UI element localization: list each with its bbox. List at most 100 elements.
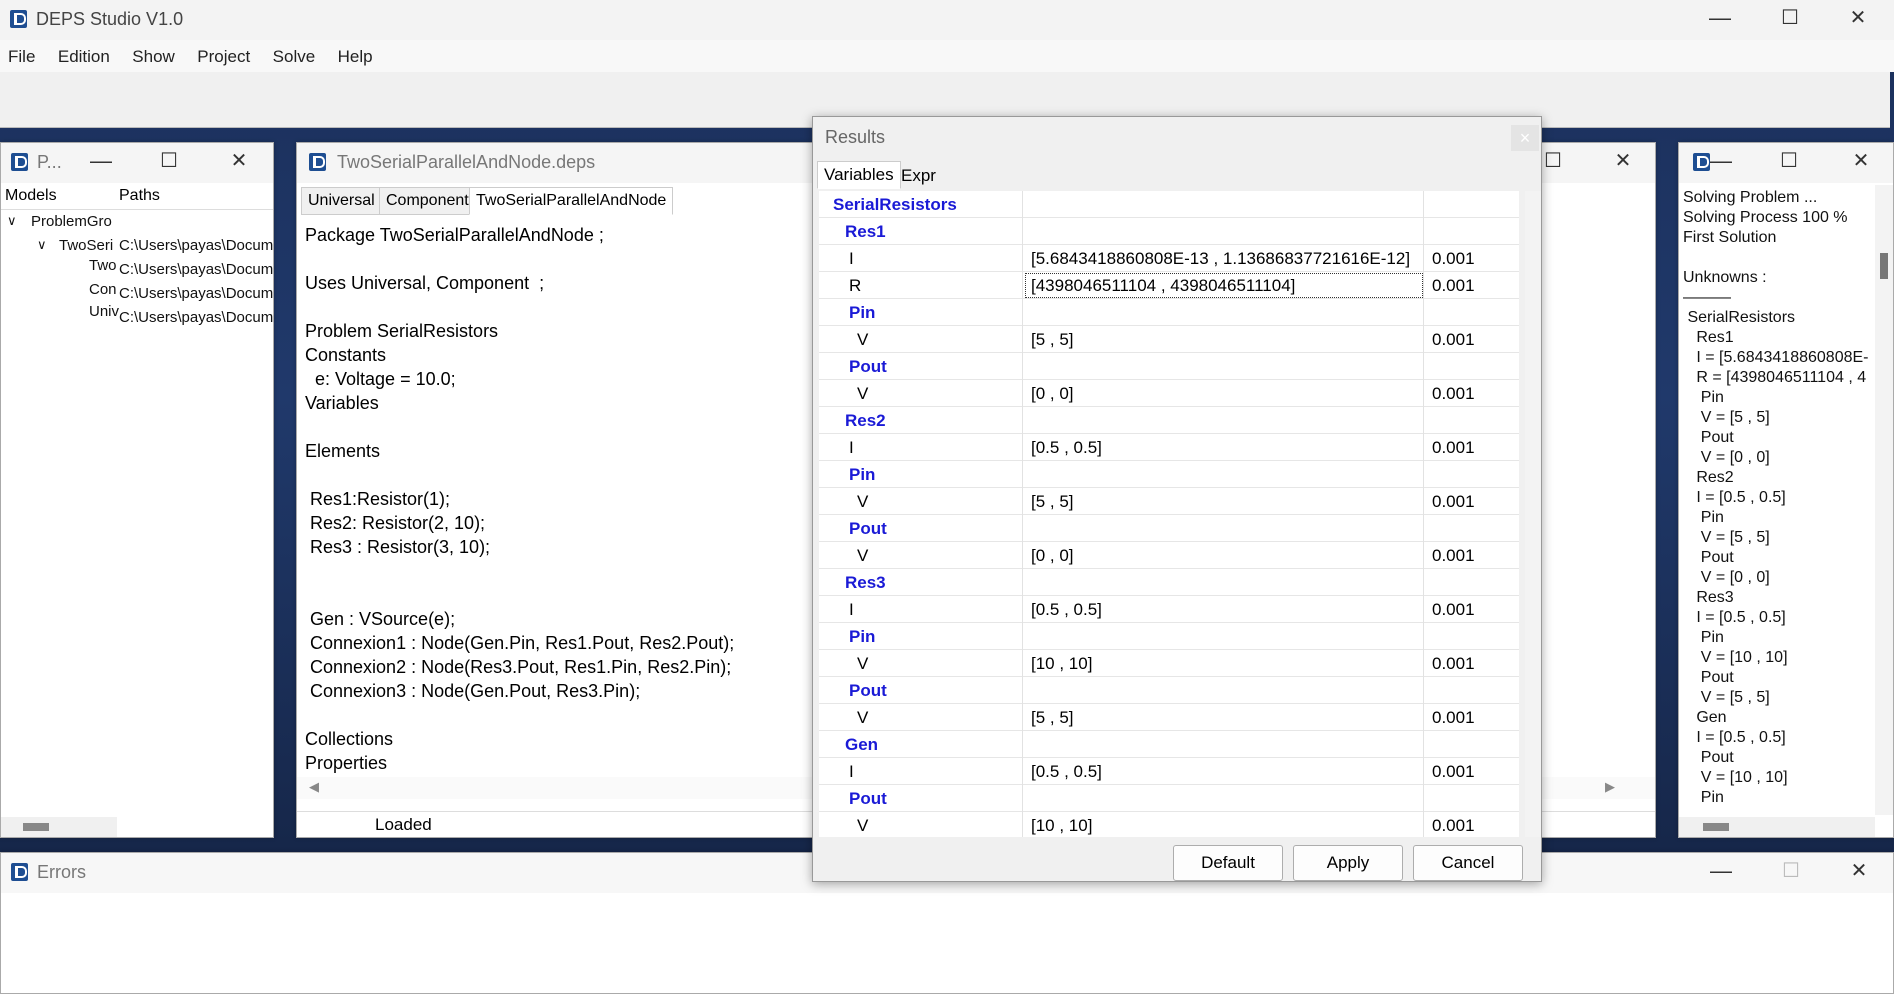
close-icon[interactable]: ✕ bbox=[1838, 8, 1878, 28]
tab-models[interactable]: Models bbox=[5, 187, 57, 205]
default-button[interactable]: Default bbox=[1173, 845, 1283, 881]
tree-item-univ[interactable]: Univ bbox=[89, 303, 119, 320]
close-icon[interactable]: ✕ bbox=[1603, 151, 1643, 171]
value-cell[interactable] bbox=[1024, 191, 1424, 218]
table-row[interactable]: V [5 , 5] 0.001 bbox=[819, 326, 1519, 353]
cancel-button[interactable]: Cancel bbox=[1413, 845, 1523, 881]
table-row[interactable]: Pout bbox=[819, 515, 1519, 542]
value-cell[interactable]: [10 , 10] bbox=[1024, 650, 1424, 677]
precision-cell[interactable] bbox=[1425, 785, 1519, 812]
minimize-icon[interactable]: — bbox=[1701, 860, 1741, 882]
value-cell[interactable]: [4398046511104 , 4398046511104] bbox=[1024, 272, 1424, 299]
value-cell[interactable]: [0 , 0] bbox=[1024, 380, 1424, 407]
precision-cell[interactable]: 0.001 bbox=[1425, 758, 1519, 785]
maximize-icon[interactable]: ☐ bbox=[1769, 151, 1809, 171]
close-icon[interactable]: × bbox=[1511, 125, 1539, 151]
scrollbar-thumb[interactable] bbox=[1703, 823, 1729, 831]
table-row[interactable]: Gen bbox=[819, 731, 1519, 758]
maximize-icon[interactable]: ☐ bbox=[1770, 8, 1810, 28]
tab-universal[interactable]: Universal bbox=[301, 187, 382, 215]
vertical-scrollbar[interactable] bbox=[1875, 185, 1893, 815]
precision-cell[interactable] bbox=[1425, 623, 1519, 650]
apply-button[interactable]: Apply bbox=[1293, 845, 1403, 881]
precision-cell[interactable]: 0.001 bbox=[1425, 245, 1519, 272]
scrollbar-thumb[interactable] bbox=[1880, 253, 1888, 279]
table-row[interactable]: I [0.5 , 0.5] 0.001 bbox=[819, 758, 1519, 785]
precision-cell[interactable] bbox=[1425, 677, 1519, 704]
precision-cell[interactable]: 0.001 bbox=[1425, 272, 1519, 299]
table-row[interactable]: V [5 , 5] 0.001 bbox=[819, 704, 1519, 731]
value-cell[interactable]: [0.5 , 0.5] bbox=[1024, 434, 1424, 461]
menu-project[interactable]: Project bbox=[189, 40, 260, 67]
table-row[interactable]: Pout bbox=[819, 353, 1519, 380]
menu-edition[interactable]: Edition bbox=[50, 40, 120, 67]
value-cell[interactable] bbox=[1024, 515, 1424, 542]
menu-file[interactable]: File bbox=[0, 40, 45, 67]
value-cell[interactable]: [5 , 5] bbox=[1024, 488, 1424, 515]
value-cell[interactable]: [5.6843418860808E-13 , 1.13686837721616E… bbox=[1024, 245, 1424, 272]
menu-solve[interactable]: Solve bbox=[265, 40, 326, 67]
horizontal-scrollbar[interactable] bbox=[1679, 817, 1875, 837]
precision-cell[interactable]: 0.001 bbox=[1425, 434, 1519, 461]
value-cell[interactable] bbox=[1024, 677, 1424, 704]
table-row[interactable]: V [0 , 0] 0.001 bbox=[819, 542, 1519, 569]
table-row[interactable]: Res2 bbox=[819, 407, 1519, 434]
table-row[interactable]: Res3 bbox=[819, 569, 1519, 596]
table-row[interactable]: I [0.5 , 0.5] 0.001 bbox=[819, 434, 1519, 461]
minimize-icon[interactable]: — bbox=[1701, 150, 1741, 172]
precision-cell[interactable] bbox=[1425, 515, 1519, 542]
table-row[interactable]: Res1 bbox=[819, 218, 1519, 245]
close-icon[interactable]: ✕ bbox=[1841, 151, 1881, 171]
tree-item-problem-group[interactable]: ProblemGro bbox=[31, 213, 112, 230]
minimize-icon[interactable]: — bbox=[81, 150, 121, 172]
table-row[interactable]: V [10 , 10] 0.001 bbox=[819, 650, 1519, 677]
precision-cell[interactable]: 0.001 bbox=[1425, 812, 1519, 837]
close-icon[interactable]: ✕ bbox=[219, 151, 259, 171]
precision-cell[interactable]: 0.001 bbox=[1425, 704, 1519, 731]
tab-expr[interactable]: Expr bbox=[895, 163, 942, 189]
precision-cell[interactable] bbox=[1425, 407, 1519, 434]
precision-cell[interactable] bbox=[1425, 731, 1519, 758]
value-cell[interactable] bbox=[1024, 623, 1424, 650]
maximize-icon[interactable]: ☐ bbox=[149, 151, 189, 171]
table-row[interactable]: V [10 , 10] 0.001 bbox=[819, 812, 1519, 837]
tab-component[interactable]: Component bbox=[379, 187, 476, 215]
tree-item-con[interactable]: Con bbox=[89, 281, 119, 298]
table-row[interactable]: Pin bbox=[819, 623, 1519, 650]
value-cell[interactable] bbox=[1024, 569, 1424, 596]
value-cell[interactable]: [5 , 5] bbox=[1024, 326, 1424, 353]
vertical-scrollbar[interactable] bbox=[1525, 191, 1541, 837]
precision-cell[interactable] bbox=[1425, 461, 1519, 488]
precision-cell[interactable] bbox=[1425, 353, 1519, 380]
table-row[interactable]: SerialResistors bbox=[819, 191, 1519, 218]
value-cell[interactable]: [10 , 10] bbox=[1024, 812, 1424, 837]
value-cell[interactable] bbox=[1024, 731, 1424, 758]
minimize-icon[interactable]: — bbox=[1700, 7, 1740, 29]
scrollbar-thumb[interactable] bbox=[23, 823, 49, 831]
tab-paths[interactable]: Paths bbox=[119, 187, 160, 205]
table-row[interactable]: Pin bbox=[819, 299, 1519, 326]
table-row[interactable]: Pin bbox=[819, 461, 1519, 488]
scroll-left-icon[interactable]: ◀ bbox=[309, 779, 319, 795]
precision-cell[interactable]: 0.001 bbox=[1425, 380, 1519, 407]
value-cell[interactable]: [0.5 , 0.5] bbox=[1024, 758, 1424, 785]
table-row[interactable]: I [0.5 , 0.5] 0.001 bbox=[819, 596, 1519, 623]
tab-twoserialparallelandnode[interactable]: TwoSerialParallelAndNode bbox=[469, 187, 674, 215]
precision-cell[interactable] bbox=[1425, 299, 1519, 326]
horizontal-scrollbar[interactable] bbox=[1, 817, 117, 837]
value-cell[interactable] bbox=[1024, 461, 1424, 488]
table-row[interactable]: I [5.6843418860808E-13 , 1.13686837721616… bbox=[819, 245, 1519, 272]
precision-cell[interactable]: 0.001 bbox=[1425, 488, 1519, 515]
table-row[interactable]: Pout bbox=[819, 677, 1519, 704]
value-cell[interactable] bbox=[1024, 785, 1424, 812]
tab-variables[interactable]: Variables bbox=[817, 161, 901, 189]
chevron-down-icon[interactable]: ∨ bbox=[7, 213, 17, 229]
precision-cell[interactable] bbox=[1425, 191, 1519, 218]
table-row[interactable]: V [0 , 0] 0.001 bbox=[819, 380, 1519, 407]
precision-cell[interactable] bbox=[1425, 569, 1519, 596]
tree-item-two[interactable]: Two bbox=[89, 257, 119, 274]
tree-item-twoserial[interactable]: TwoSeri bbox=[59, 237, 119, 254]
value-cell[interactable]: [0.5 , 0.5] bbox=[1024, 596, 1424, 623]
close-icon[interactable]: ✕ bbox=[1839, 861, 1879, 881]
table-row[interactable]: Pout bbox=[819, 785, 1519, 812]
